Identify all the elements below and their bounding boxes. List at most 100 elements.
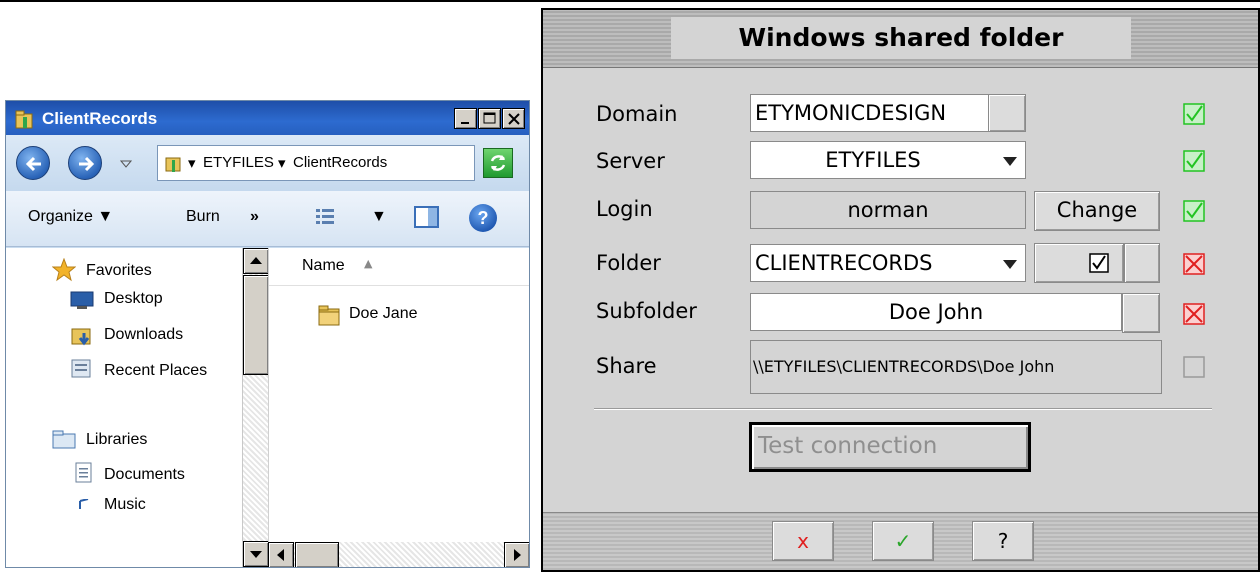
folder-error-icon [1183,253,1205,275]
subfolder-field[interactable]: Doe John [750,293,1122,331]
view-dropdown-icon[interactable]: ▼ [371,208,387,226]
shared-folder-dialog: Windows shared folder Domain ETYMONICDES… [541,8,1260,572]
address-input[interactable]: ▾ ETYFILES ▾ ClientRecords [157,145,475,181]
dialog-footer: x ✓ ? [543,512,1258,570]
server-label: Server [596,149,665,173]
folder-icon [317,303,343,331]
nav-desktop[interactable]: Desktop [104,290,163,308]
more-commands-button[interactable]: » [250,208,259,226]
column-header-name[interactable]: Name ▲ [269,248,529,286]
change-login-button[interactable]: Change [1034,191,1160,231]
nav-libraries[interactable]: Libraries [86,431,147,449]
dropdown-arrow-icon [1003,157,1017,166]
explorer-window: ClientRecords ▾ ETYFILES ▾ ClientRecords… [5,100,530,568]
server-select[interactable]: ETYFILES [750,141,1026,179]
preview-pane-icon[interactable] [414,205,440,234]
scroll-right-button[interactable] [504,542,529,567]
breadcrumb-chevron-icon[interactable]: ▾ [278,154,286,172]
share-value: \\ETYFILES\CLIENTRECORDS\Doe John [753,357,1055,376]
recent-places-icon [70,358,94,384]
login-ok-icon [1183,200,1205,222]
breadcrumb-clientrecords[interactable]: ClientRecords [293,154,387,171]
server-ok-icon [1183,150,1205,172]
file-name: Doe Jane [349,305,418,322]
navigation-pane: Favorites Desktop Downloads Recent Place… [6,248,242,567]
subfolder-label: Subfolder [596,299,697,323]
domain-value: ETYMONICDESIGN [755,101,947,125]
folder-value: CLIENTRECORDS [755,251,933,275]
burn-button[interactable]: Burn [186,208,220,226]
nav-recent-places[interactable]: Recent Places [104,362,207,380]
star-icon [51,257,77,286]
desktop-icon [70,290,94,314]
close-button[interactable] [502,108,525,129]
explorer-title-bar[interactable]: ClientRecords [6,101,529,135]
organize-button[interactable]: Organize ▼ [28,208,113,226]
refresh-icon [490,155,506,171]
libraries-icon [52,428,78,454]
domain-field[interactable]: ETYMONICDESIGN [750,94,990,132]
dropdown-arrow-icon [1003,260,1017,269]
horizontal-scroll-thumb[interactable] [295,542,339,567]
breadcrumb-etyfiles[interactable]: ETYFILES [203,154,274,171]
scroll-thumb[interactable] [243,275,269,375]
minimize-button[interactable] [454,108,477,129]
dialog-title: Windows shared folder [671,17,1131,59]
column-name-label: Name [302,257,345,274]
refresh-button[interactable] [483,148,513,178]
test-connection-button[interactable]: Test connection [749,422,1031,472]
nav-music[interactable]: Music [104,496,146,514]
downloads-folder-icon [70,324,94,350]
view-options-icon[interactable] [316,208,336,231]
folder-browse-button[interactable] [1124,243,1160,283]
list-item[interactable]: Doe Jane [317,303,517,327]
back-arrow-icon [25,156,41,172]
dialog-title-bar[interactable]: Windows shared folder [543,10,1258,68]
nav-favorites[interactable]: Favorites [86,262,152,280]
server-value: ETYFILES [825,148,921,172]
scroll-left-button[interactable] [268,542,294,567]
domain-ok-icon [1183,103,1205,125]
login-label: Login [596,197,653,221]
sort-ascending-icon: ▲ [364,257,373,270]
share-label: Share [596,354,657,378]
ok-button[interactable]: ✓ [872,521,934,561]
breadcrumb-chevron-icon[interactable]: ▾ [188,154,196,172]
command-bar: Organize ▼ Burn » ▼ ? [6,191,529,247]
forward-button[interactable] [68,146,102,180]
scroll-down-button[interactable] [243,541,269,567]
address-folder-icon [164,152,184,178]
top-border-line [0,0,1260,2]
address-bar-area: ▾ ETYFILES ▾ ClientRecords [6,135,529,191]
file-list-pane: Name ▲ Doe Jane [268,248,529,567]
help-icon[interactable]: ? [469,204,497,232]
share-path-field: \\ETYFILES\CLIENTRECORDS\Doe John [750,340,1162,394]
domain-browse-button[interactable] [988,94,1026,132]
domain-label: Domain [596,102,678,126]
subfolder-browse-button[interactable] [1122,293,1160,333]
nav-documents[interactable]: Documents [104,466,185,484]
music-icon [74,494,94,513]
login-field: norman [750,191,1026,229]
history-dropdown-icon[interactable] [120,158,132,170]
navigation-scrollbar[interactable] [242,248,269,567]
documents-icon [74,462,94,488]
forward-arrow-icon [79,156,95,172]
folder-user-icon [14,108,36,130]
divider [594,408,1212,410]
subfolder-error-icon [1183,303,1205,325]
cancel-button[interactable]: x [772,521,834,561]
horizontal-scrollbar[interactable] [268,542,529,567]
explorer-title: ClientRecords [42,109,158,128]
nav-downloads[interactable]: Downloads [104,326,183,344]
subfolder-value: Doe John [888,300,984,324]
help-button[interactable]: ? [972,521,1034,561]
back-button[interactable] [16,146,50,180]
maximize-button[interactable] [478,108,501,129]
folder-label: Folder [596,251,661,275]
checkbox-checked-icon [1089,253,1109,273]
folder-option-checkbox[interactable] [1034,243,1124,283]
scroll-up-button[interactable] [243,248,269,274]
folder-select[interactable]: CLIENTRECORDS [750,244,1026,282]
login-value: norman [847,198,929,222]
